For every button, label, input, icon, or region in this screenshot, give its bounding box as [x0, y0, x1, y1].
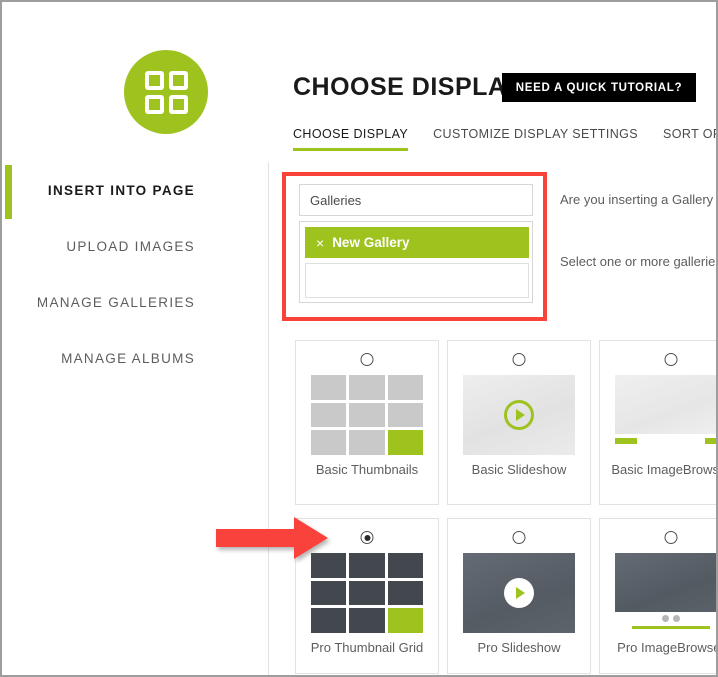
display-type-grid: Basic Thumbnails Basic Slideshow Basic I…	[295, 340, 718, 674]
radio-basic-thumbnails[interactable]	[360, 353, 374, 366]
selected-gallery-tag[interactable]: × New Gallery	[305, 227, 529, 258]
sidebar-item-insert-into-page[interactable]: INSERT INTO PAGE	[2, 162, 267, 219]
display-card-pro-slideshow[interactable]: Pro Slideshow	[447, 518, 591, 674]
thumbnail-preview-browser-dark	[615, 553, 716, 633]
sidebar-active-accent-bar	[5, 165, 12, 219]
display-card-basic-imagebrowser[interactable]: Basic ImageBrowser	[599, 340, 716, 505]
gallery-search-input[interactable]	[305, 263, 529, 298]
radio-pro-imagebrowser[interactable]	[664, 531, 678, 544]
display-card-label: Pro Thumbnail Grid	[310, 640, 424, 655]
sidebar-item-manage-albums[interactable]: MANAGE ALBUMS	[2, 330, 267, 386]
display-card-label: Pro ImageBrowser	[617, 640, 718, 655]
logo-square-top-right	[169, 71, 188, 90]
help-text-select-galleries: Select one or more galleries	[560, 254, 718, 269]
thumbnail-preview-slideshow-dark	[463, 553, 575, 633]
pagination-dots-icon	[662, 615, 680, 622]
display-card-basic-slideshow[interactable]: Basic Slideshow	[447, 340, 591, 505]
thumbnail-preview-slideshow-light	[463, 375, 575, 455]
gallery-multiselect: × New Gallery	[299, 221, 533, 303]
tab-sort-order[interactable]: SORT OR	[663, 127, 716, 151]
radio-basic-slideshow[interactable]	[512, 353, 526, 366]
sidebar-item-label: MANAGE ALBUMS	[61, 350, 195, 366]
display-card-label: Pro Slideshow	[477, 640, 561, 655]
logo-square-bottom-left	[145, 95, 164, 114]
thumbnail-preview-grid-light	[311, 375, 423, 455]
app-window: CHOOSE DISPLAY NEED A QUICK TUTORIAL? CH…	[0, 0, 718, 677]
selected-gallery-label: New Gallery	[332, 235, 410, 250]
play-icon	[504, 400, 534, 430]
tab-choose-display[interactable]: CHOOSE DISPLAY	[293, 127, 409, 151]
thumbnail-preview-grid-dark	[311, 553, 423, 633]
gallery-source-value: Galleries	[310, 192, 362, 208]
page-title: CHOOSE DISPLAY	[293, 73, 522, 101]
ngg-logo-icon	[124, 50, 208, 134]
display-card-label: Basic Slideshow	[471, 462, 567, 477]
sidebar-divider	[268, 162, 269, 675]
tab-bar: CHOOSE DISPLAY CUSTOMIZE DISPLAY SETTING…	[293, 127, 716, 151]
sidebar-item-label: INSERT INTO PAGE	[47, 182, 195, 198]
sidebar-nav: INSERT INTO PAGE UPLOAD IMAGES MANAGE GA…	[2, 162, 267, 386]
logo-square-bottom-right	[169, 95, 188, 114]
sidebar-item-upload-images[interactable]: UPLOAD IMAGES	[2, 218, 267, 274]
radio-basic-imagebrowser[interactable]	[664, 353, 678, 366]
display-row-pro: Pro Thumbnail Grid Pro Slideshow Pro Ima…	[295, 518, 718, 674]
display-card-pro-imagebrowser[interactable]: Pro ImageBrowser	[599, 518, 718, 674]
thumbnail-preview-browser-light	[615, 375, 716, 455]
play-icon	[504, 578, 534, 608]
logo-square-top-left	[145, 71, 164, 90]
remove-tag-icon[interactable]: ×	[316, 235, 324, 251]
display-card-basic-thumbnails[interactable]: Basic Thumbnails	[295, 340, 439, 505]
display-card-label: Basic Thumbnails	[315, 462, 419, 477]
sidebar-item-label: MANAGE GALLERIES	[36, 294, 195, 310]
display-card-label: Basic ImageBrowser	[611, 462, 716, 477]
help-text-gallery-question: Are you inserting a Gallery	[560, 192, 714, 207]
display-row-basic: Basic Thumbnails Basic Slideshow Basic I…	[295, 340, 716, 505]
display-card-pro-thumbnail-grid[interactable]: Pro Thumbnail Grid	[295, 518, 439, 674]
need-a-quick-tutorial-button[interactable]: NEED A QUICK TUTORIAL?	[502, 73, 696, 102]
sidebar-item-label: UPLOAD IMAGES	[66, 238, 195, 254]
radio-pro-slideshow[interactable]	[512, 531, 526, 544]
radio-pro-thumbnail-grid[interactable]	[360, 531, 374, 544]
gallery-source-select[interactable]: Galleries	[299, 184, 533, 216]
tab-customize-display-settings[interactable]: CUSTOMIZE DISPLAY SETTINGS	[433, 127, 638, 151]
sidebar-item-manage-galleries[interactable]: MANAGE GALLERIES	[2, 274, 267, 330]
